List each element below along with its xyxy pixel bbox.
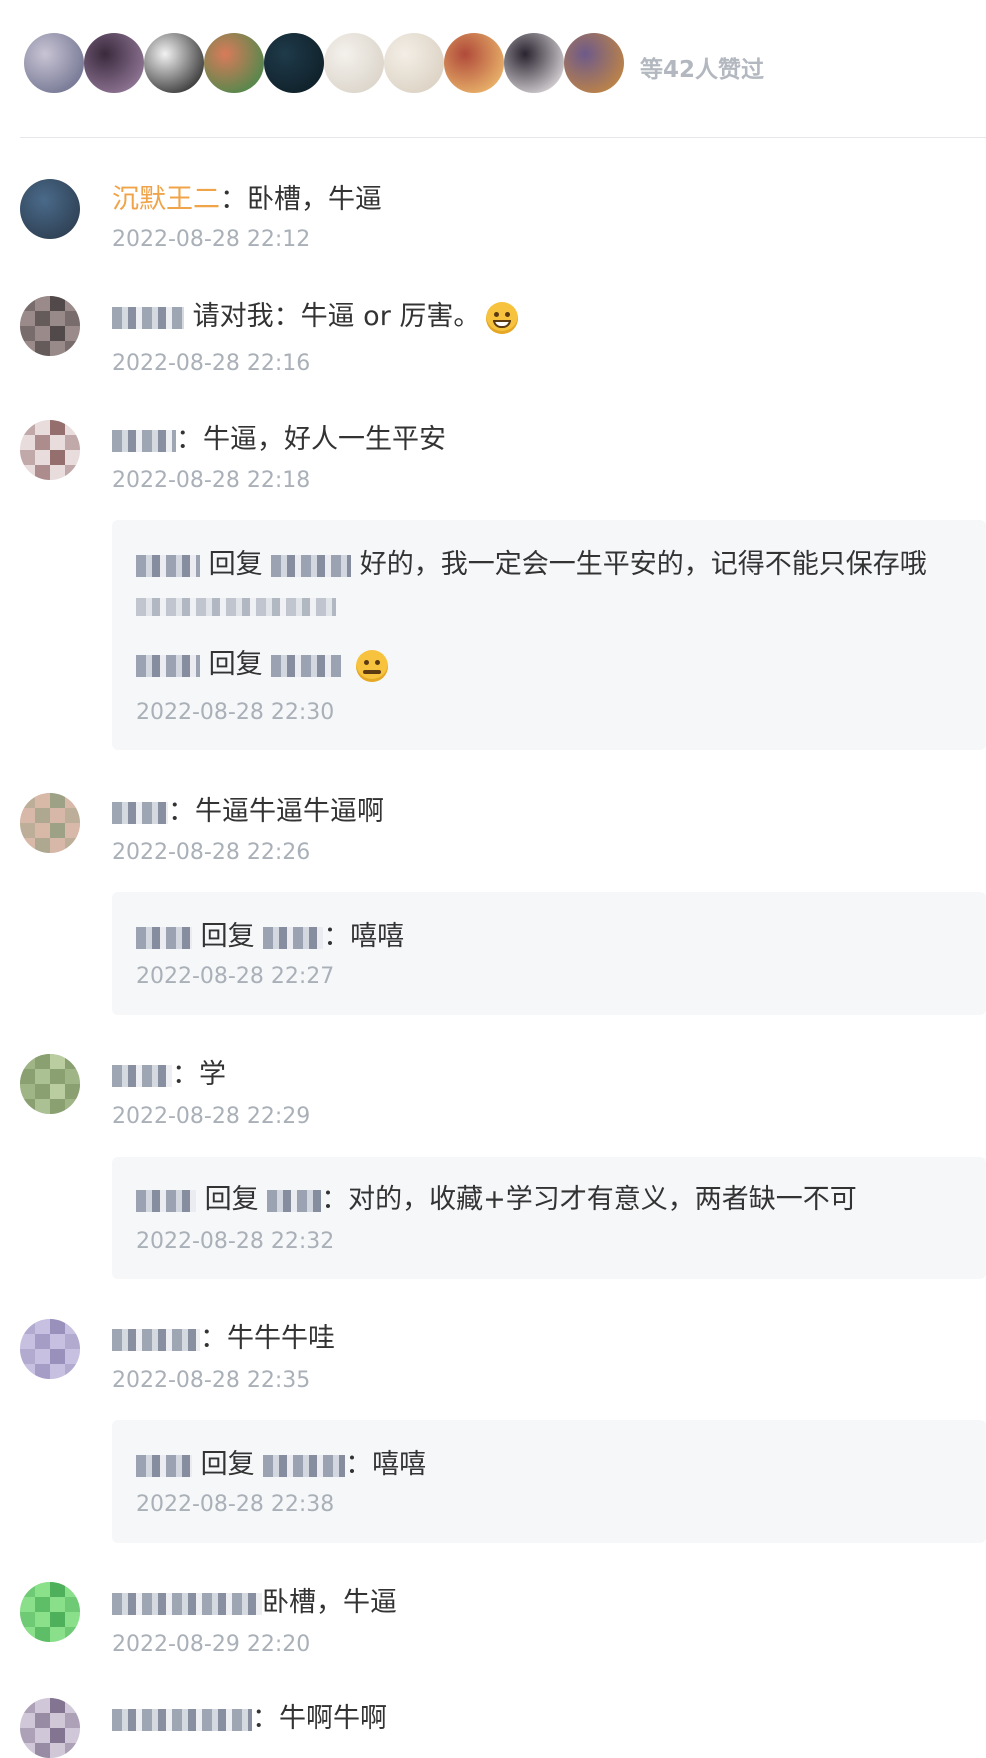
commenter-name-blurred[interactable] <box>112 1328 200 1351</box>
reply-label: 回复 <box>208 549 263 580</box>
comment-text: 请对我：牛逼 or 厉害。 <box>112 300 519 334</box>
comment-text: ：牛逼牛逼牛逼啊 <box>112 795 384 829</box>
comment-time: 2022-08-28 22:18 <box>112 468 311 493</box>
reply-text: 回复 ：嘻嘻 <box>136 920 404 954</box>
comment-time: 2022-08-28 22:29 <box>112 1104 311 1129</box>
angry-emoji-icon <box>355 649 388 682</box>
reply-target-blurred[interactable] <box>263 1454 346 1477</box>
reply-time: 2022-08-28 22:30 <box>136 700 335 725</box>
reply-body: ：嘻嘻 <box>345 1449 427 1480</box>
avatar[interactable] <box>20 420 80 480</box>
avatar[interactable] <box>20 1319 80 1379</box>
reply-text: 回复 ：对的，收藏+学习才有意义，两者缺一不可 <box>136 1183 857 1217</box>
commenter-name-blurred[interactable] <box>112 1064 172 1087</box>
reply-target-blurred[interactable] <box>271 654 342 677</box>
reply-body: 好的，我一定会一生平安的，记得不能只保存哦 <box>359 549 927 580</box>
grin-emoji-icon <box>486 301 519 334</box>
comment-text: 沉默王二：卧槽，牛逼 <box>112 183 382 217</box>
comment-body: ：牛啊牛啊 <box>252 1703 387 1734</box>
avatar[interactable] <box>20 1698 80 1758</box>
reply-text: 回复 好的，我一定会一生平安的，记得不能只保存哦 <box>136 548 927 582</box>
liker-avatar-5[interactable] <box>264 33 324 93</box>
liker-avatar-6[interactable] <box>324 33 384 93</box>
liker-avatar-8[interactable] <box>444 33 504 93</box>
divider <box>20 137 986 138</box>
liker-avatar-3[interactable] <box>144 33 204 93</box>
avatar[interactable] <box>20 1054 80 1114</box>
comment-body: ：牛牛牛哇 <box>200 1323 335 1354</box>
avatar[interactable] <box>20 1582 80 1642</box>
likes-count[interactable]: 等42人赞过 <box>640 50 764 84</box>
reply-target-blurred[interactable] <box>271 554 352 577</box>
reply-target-blurred[interactable] <box>267 1189 322 1212</box>
reply-label: 回复 <box>200 921 255 952</box>
avatar[interactable] <box>20 793 80 853</box>
replier-name-blurred[interactable] <box>136 926 192 949</box>
commenter-name-blurred[interactable] <box>112 429 176 452</box>
liker-avatar-4[interactable] <box>204 33 264 93</box>
reply-box: 回复 ：对的，收藏+学习才有意义，两者缺一不可 2022-08-28 22:32 <box>112 1157 986 1279</box>
commenter-name-blurred[interactable] <box>112 801 168 824</box>
comment-body: 请对我：牛逼 or 厉害。 <box>192 301 481 332</box>
reply-time: 2022-08-28 22:27 <box>136 964 335 989</box>
comment-body: ：牛逼牛逼牛逼啊 <box>168 796 384 827</box>
comment-body: ：学 <box>172 1059 226 1090</box>
reply-body: ：对的，收藏+学习才有意义，两者缺一不可 <box>321 1184 857 1215</box>
liker-avatar-1[interactable] <box>24 33 84 93</box>
reply-body: ：嘻嘻 <box>323 921 405 952</box>
replier-name-blurred[interactable] <box>136 654 200 677</box>
comment-time: 2022-08-28 22:26 <box>112 840 311 865</box>
reply-label: 回复 <box>208 649 263 680</box>
replier-name-blurred[interactable] <box>136 1189 196 1212</box>
commenter-name-blurred[interactable] <box>112 1592 262 1615</box>
comment-text: ：牛牛牛哇 <box>112 1322 335 1356</box>
reply-time-blurred <box>136 594 336 619</box>
reply-label: 回复 <box>200 1449 255 1480</box>
likes-row: 等42人赞过 <box>0 0 986 136</box>
comment-time: 2022-08-28 22:35 <box>112 1368 311 1393</box>
reply-time: 2022-08-28 22:38 <box>136 1492 335 1517</box>
liker-avatar-10[interactable] <box>564 33 624 93</box>
comment-time: 2022-08-28 22:12 <box>112 227 311 252</box>
comment-text: ：牛逼，好人一生平安 <box>112 423 446 457</box>
reply-label: 回复 <box>204 1184 259 1215</box>
liker-avatar-2[interactable] <box>84 33 144 93</box>
reply-time: 2022-08-28 22:32 <box>136 1229 335 1254</box>
commenter-name-blurred[interactable] <box>112 1708 252 1731</box>
comment-body: ：牛逼，好人一生平安 <box>176 424 446 455</box>
commenter-name[interactable]: 沉默王二 <box>112 184 220 215</box>
comment-text: 卧槽，牛逼 <box>112 1586 397 1620</box>
avatar[interactable] <box>20 179 80 239</box>
reply-text: 回复 ：嘻嘻 <box>136 1448 426 1482</box>
replier-name-blurred[interactable] <box>136 554 200 577</box>
comment-time: 2022-08-28 22:16 <box>112 351 311 376</box>
reply-box: 回复 ：嘻嘻 2022-08-28 22:38 <box>112 1420 986 1543</box>
comment-body: ：卧槽，牛逼 <box>220 184 382 215</box>
comment-body: 卧槽，牛逼 <box>262 1587 397 1618</box>
reply-target-blurred[interactable] <box>263 926 324 949</box>
reply-text: 回复 <box>136 648 388 682</box>
liker-avatar-9[interactable] <box>504 33 564 93</box>
liker-avatar-7[interactable] <box>384 33 444 93</box>
comment-text: ：学 <box>112 1058 226 1092</box>
comment-time: 2022-08-29 22:20 <box>112 1632 311 1657</box>
commenter-name-blurred[interactable] <box>112 306 184 329</box>
reply-box: 回复 好的，我一定会一生平安的，记得不能只保存哦 回复 2022-08-28 2… <box>112 520 986 750</box>
avatar[interactable] <box>20 296 80 356</box>
reply-box: 回复 ：嘻嘻 2022-08-28 22:27 <box>112 892 986 1015</box>
replier-name-blurred[interactable] <box>136 1454 192 1477</box>
comment-text: ：牛啊牛啊 <box>112 1702 387 1736</box>
